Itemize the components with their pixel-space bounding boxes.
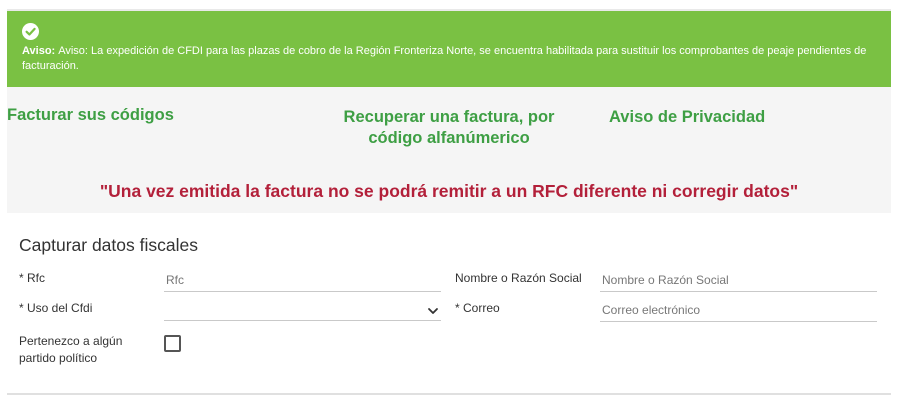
uso-cfdi-label: * Uso del Cfdi [19, 301, 93, 315]
alert-message: Aviso: Aviso: La expedición de CFDI para … [22, 44, 882, 74]
razon-social-input[interactable] [600, 272, 877, 292]
recuperar-factura-link[interactable]: Recuperar una factura, por código alfanú… [324, 107, 574, 149]
check-circle-icon [22, 23, 39, 40]
correo-input[interactable] [600, 302, 877, 322]
alert-text: Aviso: La expedición de CFDI para las pl… [22, 45, 867, 72]
facturar-codigos-link[interactable]: Facturar sus códigos [7, 105, 174, 126]
rfc-label: * Rfc [19, 271, 46, 285]
correo-label: * Correo [455, 301, 500, 315]
aviso-privacidad-link[interactable]: Aviso de Privacidad [609, 107, 765, 128]
partido-politico-label: Pertenezco a algún partido político [19, 334, 123, 365]
notice-alert: Aviso: Aviso: La expedición de CFDI para … [7, 11, 891, 87]
form-title: Capturar datos fiscales [19, 235, 198, 255]
fiscal-data-form: Capturar datos fiscales * Rfc Nombre o R… [7, 213, 891, 395]
rfc-input[interactable] [164, 272, 441, 292]
navigation-banner: Facturar sus códigos Recuperar una factu… [7, 87, 891, 213]
partido-politico-checkbox[interactable] [164, 335, 181, 352]
invoice-warning: "Una vez emitida la factura no se podrá … [99, 181, 799, 201]
alert-bold-label: Aviso: [22, 45, 56, 57]
chevron-down-icon [427, 304, 439, 316]
razon-social-label: Nombre o Razón Social [455, 271, 582, 285]
uso-cfdi-select[interactable] [164, 301, 441, 321]
